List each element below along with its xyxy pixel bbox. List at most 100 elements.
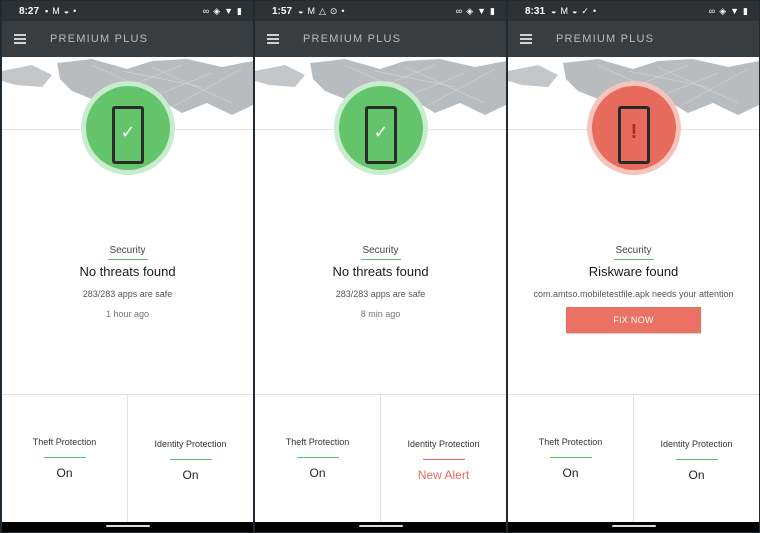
app-title: PREMIUM PLUS: [556, 33, 655, 45]
app-bar: PREMIUM PLUS: [508, 21, 759, 57]
menu-icon[interactable]: [14, 21, 48, 57]
status-bar: 8:27 ▪ M ◒ • ∞ ◈ ▼ ▮: [2, 1, 253, 21]
security-label: Security: [362, 245, 399, 256]
link-icon: ∞: [202, 6, 210, 16]
more-notifications-dot-icon: •: [73, 6, 77, 16]
security-underline: [108, 259, 148, 260]
home-handle[interactable]: [612, 525, 656, 527]
app-title: PREMIUM PLUS: [303, 33, 402, 45]
security-underline: [614, 259, 654, 260]
wifi-notification-icon-2: ◒: [571, 6, 578, 16]
task-done-notification-icon: ✓: [581, 6, 589, 16]
gesture-nav-bar: [255, 522, 506, 532]
identity-protection-tile[interactable]: Identity Protection On: [633, 395, 759, 523]
scan-result-headline: No threats found: [79, 264, 176, 279]
status-bar: 1:57 ◒ M △ ⊙ • ∞ ◈ ▼ ▮: [255, 1, 506, 21]
menu-icon[interactable]: [520, 21, 554, 57]
phone-screen-1: 8:27 ▪ M ◒ • ∞ ◈ ▼ ▮ PREMIUM PLUS ✓ Secu…: [2, 1, 253, 532]
theft-protection-label: Theft Protection: [285, 437, 350, 447]
phone-screen-2: 1:57 ◒ M △ ⊙ • ∞ ◈ ▼ ▮ PREMIUM PLUS ✓ Se…: [255, 1, 506, 532]
home-handle[interactable]: [106, 525, 150, 527]
tile-underline: [675, 459, 718, 460]
app-bar: PREMIUM PLUS: [2, 21, 253, 57]
identity-protection-tile[interactable]: Identity Protection New Alert: [380, 395, 506, 523]
phone-icon: !: [618, 106, 650, 164]
scan-result-headline: Riskware found: [588, 264, 679, 279]
check-icon: ✓: [120, 122, 136, 142]
scan-result-headline: No threats found: [332, 264, 429, 279]
phone-icon: ✓: [112, 106, 144, 164]
more-notifications-dot-icon: •: [341, 6, 345, 16]
tile-underline: [296, 457, 339, 458]
identity-protection-status: New Alert: [417, 468, 470, 482]
vibrate-icon: ◈: [213, 6, 221, 16]
tile-underline: [549, 457, 592, 458]
gmail-notification-icon: M: [560, 6, 568, 16]
status-time: 8:27: [19, 5, 40, 17]
phone-screen-3: 8:31 ◒ M ◒ ✓ • ∞ ◈ ▼ ▮ PREMIUM PLUS ! Se…: [508, 1, 759, 532]
theft-protection-tile[interactable]: Theft Protection On: [2, 395, 127, 523]
image-notification-icon: ▪: [45, 6, 49, 16]
status-time: 8:31: [525, 5, 546, 17]
wifi-notification-icon: ◒: [298, 6, 304, 16]
gesture-nav-bar: [2, 522, 253, 532]
identity-protection-label: Identity Protection: [660, 439, 733, 449]
more-notifications-dot-icon: •: [592, 6, 597, 16]
wifi-notification-icon: ◒: [63, 6, 70, 16]
theft-protection-label: Theft Protection: [32, 437, 97, 447]
home-handle[interactable]: [359, 525, 403, 527]
status-shield: ✓: [334, 81, 428, 175]
last-scan-time: 1 hour ago: [105, 309, 150, 319]
status-shield: ✓: [81, 81, 175, 175]
security-label: Security: [615, 245, 652, 256]
status-time: 1:57: [272, 5, 293, 17]
battery-charging-icon: ▮: [490, 6, 495, 16]
wifi-signal-icon: ▼: [477, 6, 487, 16]
gesture-nav-bar: [508, 522, 759, 532]
identity-protection-label: Identity Protection: [407, 439, 480, 449]
tile-underline: [422, 459, 465, 460]
identity-protection-tile[interactable]: Identity Protection On: [127, 395, 253, 523]
link-icon: ∞: [455, 6, 463, 16]
tile-underline: [43, 457, 86, 458]
status-bar: 8:31 ◒ M ◒ ✓ • ∞ ◈ ▼ ▮: [508, 1, 759, 21]
apps-safe-text: 283/283 apps are safe: [82, 289, 173, 299]
battery-icon: ▮: [743, 6, 748, 16]
phone-icon: ✓: [365, 106, 397, 164]
theft-protection-label: Theft Protection: [538, 437, 603, 447]
gmail-notification-icon: M: [52, 6, 60, 16]
check-icon: ✓: [373, 122, 389, 142]
security-underline: [361, 259, 401, 260]
security-label: Security: [109, 245, 146, 256]
wifi-signal-icon: ▼: [224, 6, 234, 16]
wifi-notification-icon: ◒: [551, 6, 557, 16]
identity-protection-status: On: [688, 468, 705, 482]
theft-protection-tile[interactable]: Theft Protection On: [255, 395, 380, 523]
exclamation-icon: !: [630, 121, 638, 143]
fix-now-button[interactable]: FIX NOW: [566, 307, 701, 333]
drive-notification-icon: △: [318, 6, 326, 16]
gmail-notification-icon: M: [307, 6, 315, 16]
app-title: PREMIUM PLUS: [50, 33, 149, 45]
identity-protection-label: Identity Protection: [154, 439, 227, 449]
theft-protection-status: On: [562, 466, 579, 480]
apps-safe-text: 283/283 apps are safe: [335, 289, 426, 299]
theft-protection-status: On: [56, 466, 73, 480]
theft-protection-status: On: [309, 466, 326, 480]
protection-tiles: Theft Protection On Identity Protection …: [2, 394, 253, 523]
status-shield: !: [587, 81, 681, 175]
protection-tiles: Theft Protection On Identity Protection …: [255, 394, 506, 523]
vibrate-icon: ◈: [466, 6, 474, 16]
wifi-signal-icon: ▼: [730, 6, 740, 16]
protection-tiles: Theft Protection On Identity Protection …: [508, 394, 759, 523]
last-scan-time: 8 min ago: [360, 309, 401, 319]
location-notification-icon: ⊙: [329, 6, 338, 16]
battery-icon: ▮: [237, 6, 242, 16]
theft-protection-tile[interactable]: Theft Protection On: [508, 395, 633, 523]
threat-detail-text: com.amtso.mobiletestfile.apk needs your …: [533, 289, 734, 299]
vibrate-icon: ◈: [719, 6, 727, 16]
identity-protection-status: On: [182, 468, 199, 482]
app-bar: PREMIUM PLUS: [255, 21, 506, 57]
menu-icon[interactable]: [267, 21, 301, 57]
link-icon: ∞: [708, 6, 716, 16]
